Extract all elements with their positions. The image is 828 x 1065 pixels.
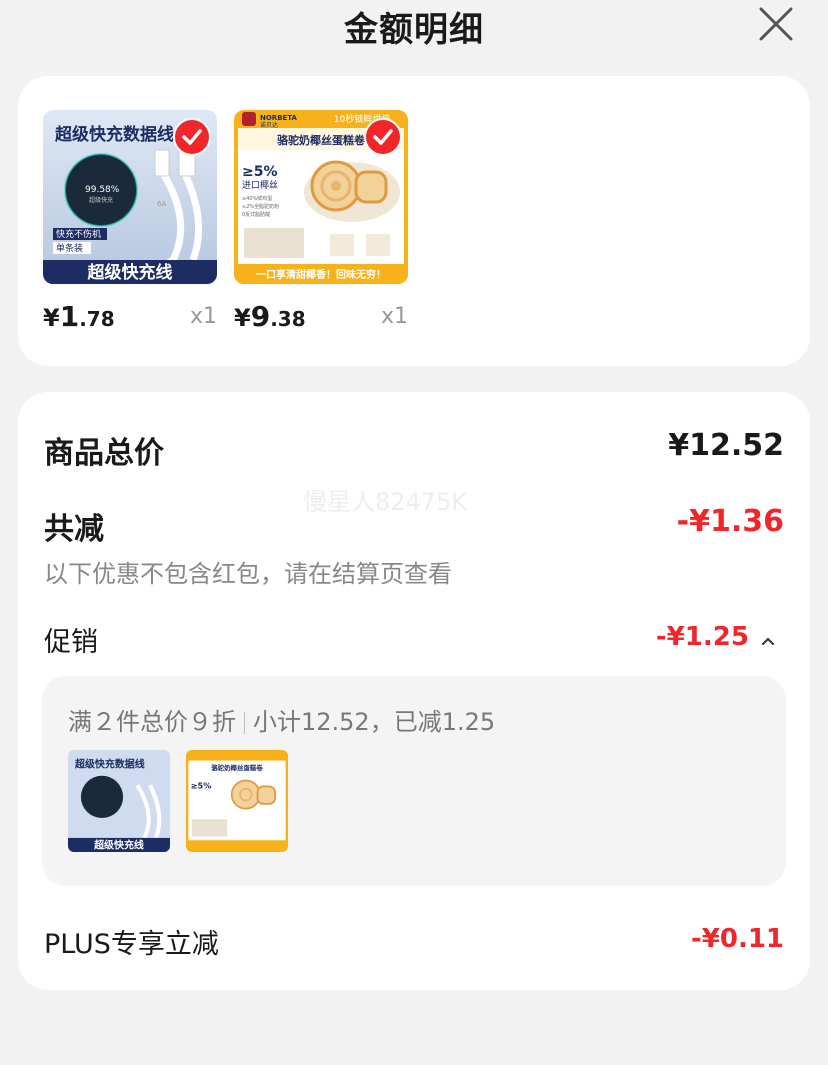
promo-item-cake[interactable]: 骆驼奶椰丝蛋糕卷 ≥5%	[186, 750, 288, 852]
thumb-title: 骆驼奶椰丝蛋糕卷	[211, 763, 263, 772]
plus-label: PLUS专享立减	[44, 929, 219, 960]
image-tag1: 快充不伤机	[56, 228, 101, 240]
price-integer: 1	[59, 300, 80, 333]
image-percent: ≥5%	[242, 164, 278, 180]
image-bullet-1: ≥40%鲜鸡蛋	[242, 195, 272, 202]
image-badge: 超级快充线	[88, 262, 173, 283]
total-label: 商品总价	[44, 436, 164, 471]
thumb-caption: 超级快充数据线	[74, 758, 145, 771]
page-title: 金额明细	[344, 10, 484, 50]
image-title: 骆驼奶椰丝蛋糕卷	[277, 133, 366, 147]
price-integer: 9	[250, 300, 271, 333]
plus-value: -¥0.11	[690, 924, 784, 954]
product-item-cake[interactable]: NORBETA 诺贝达 10秒锁鲜烘焙 骆驼奶椰丝蛋糕卷 ≥5% 进口椰丝 ≥4…	[234, 110, 408, 333]
promo-value: -¥1.25	[655, 622, 749, 652]
thumb-badge: 超级快充线	[93, 838, 144, 851]
product-price: ¥9.38	[234, 300, 306, 333]
discount-value: -¥1.36	[676, 504, 784, 539]
price-currency: ¥	[43, 304, 60, 332]
price-decimal: .78	[79, 307, 115, 331]
image-caption: 超级快充数据线	[55, 124, 174, 145]
image-bullet-3: 0反式脂肪酸	[242, 211, 270, 218]
image-brand: NORBETA	[260, 114, 298, 122]
thumb-percent: ≥5%	[191, 781, 212, 791]
image-percent: 99.58%	[85, 185, 120, 195]
chevron-up-icon[interactable]	[760, 634, 776, 648]
image-footer: 一口享清甜椰香！回味无穷！	[256, 268, 386, 281]
product-quantity: x1	[380, 304, 408, 329]
promo-detail-box: 满２件总价９折 小计12.52，已减1.25 超级快充数据线 超级快充线 骆驼奶…	[42, 676, 786, 886]
promo-label: 促销	[44, 627, 98, 658]
product-price: ¥1.78	[43, 300, 115, 333]
product-image-cable[interactable]: 超级快充数据线 99.58% 超级快充 6A 快充不伤机 单条装 超级快充线	[43, 110, 217, 284]
price-currency: ¥	[234, 304, 251, 332]
image-subtext: 超级快充	[89, 196, 113, 204]
promo-detail: 满２件总价９折 小计12.52，已减1.25	[68, 702, 495, 737]
image-cable-mark: 6A	[157, 200, 166, 208]
selected-check-icon[interactable]	[173, 118, 211, 156]
image-brand-cn: 诺贝达	[260, 121, 278, 129]
discount-note: 以下优惠不包含红包，请在结算页查看	[44, 560, 452, 588]
promo-item-cable[interactable]: 超级快充数据线 超级快充线	[68, 750, 170, 852]
product-item-cable[interactable]: 超级快充数据线 99.58% 超级快充 6A 快充不伤机 单条装 超级快充线 ¥…	[43, 110, 217, 333]
cake-thumbnail: 骆驼奶椰丝蛋糕卷 ≥5%	[186, 750, 288, 852]
header: 金额明细	[0, 0, 828, 60]
watermark: 慢星人82475K	[303, 488, 468, 516]
product-card: 超级快充数据线 99.58% 超级快充 6A 快充不伤机 单条装 超级快充线 ¥…	[18, 76, 810, 366]
summary-card: 商品总价 ¥12.52 慢星人82475K 共减 -¥1.36 以下优惠不包含红…	[18, 392, 810, 990]
image-bullet-2: ≥2%全脂驼奶粉	[242, 203, 279, 210]
promo-toggle[interactable]: -¥1.25	[656, 622, 776, 652]
image-sub: 进口椰丝	[242, 179, 278, 191]
total-value: ¥12.52	[668, 428, 784, 463]
promo-subtotal: 小计12.52，已减1.25	[253, 708, 496, 736]
close-icon[interactable]	[756, 4, 796, 44]
cable-thumbnail: 超级快充数据线 超级快充线	[68, 750, 170, 852]
price-decimal: .38	[270, 307, 306, 331]
divider	[244, 712, 245, 734]
product-image-cake[interactable]: NORBETA 诺贝达 10秒锁鲜烘焙 骆驼奶椰丝蛋糕卷 ≥5% 进口椰丝 ≥4…	[234, 110, 408, 284]
product-quantity: x1	[189, 304, 217, 329]
promo-rule: 满２件总价９折	[68, 708, 236, 736]
image-tag2: 单条装	[56, 242, 83, 254]
selected-check-icon[interactable]	[364, 118, 402, 156]
discount-label: 共减	[44, 512, 104, 547]
